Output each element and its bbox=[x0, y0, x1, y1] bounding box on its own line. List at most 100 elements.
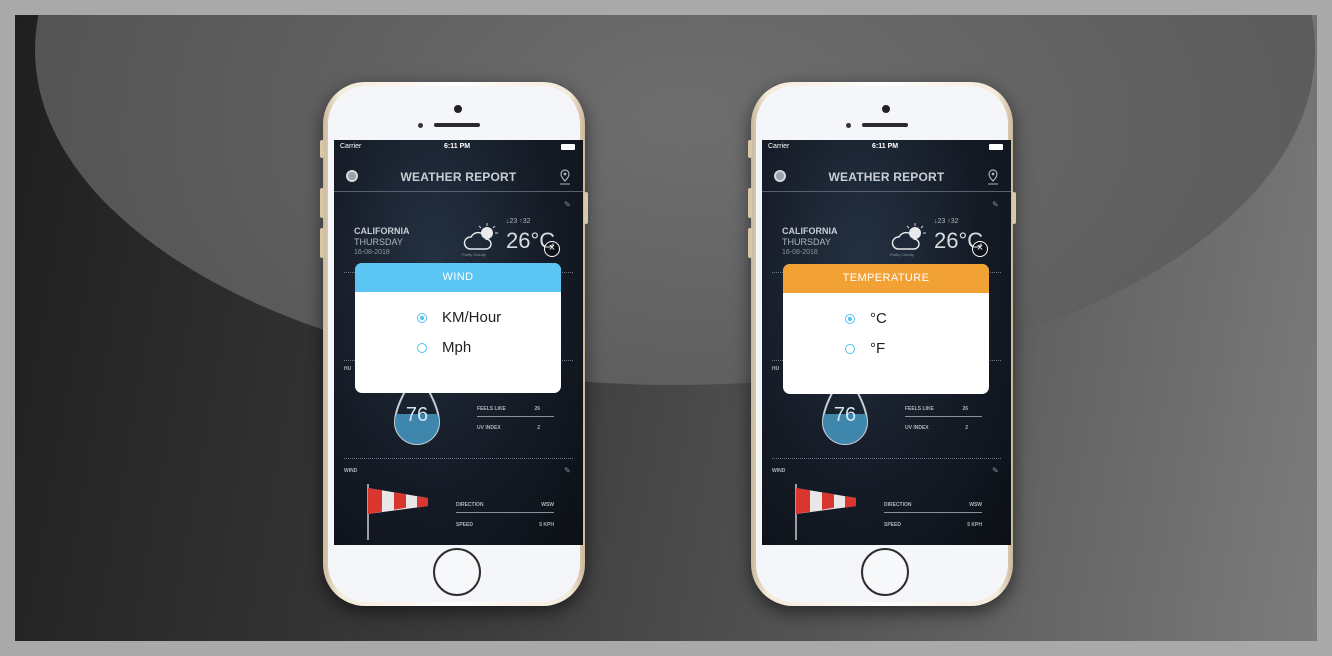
mute-switch bbox=[748, 140, 752, 158]
uv-index-label: UV INDEX bbox=[905, 425, 929, 431]
location-pin-icon[interactable] bbox=[987, 169, 999, 185]
wind-direction-row: DIRECTION WSW bbox=[456, 502, 554, 508]
volume-up-button bbox=[320, 188, 324, 218]
temperature-unit-dialog: TEMPERATURE °C °F bbox=[783, 264, 989, 394]
uv-index-value: 2 bbox=[965, 425, 968, 431]
radio-unselected-icon[interactable] bbox=[845, 343, 855, 354]
wind-speed-row: SPEED 5 KPH bbox=[456, 522, 554, 528]
sensor-icon bbox=[418, 123, 423, 128]
volume-down-button bbox=[748, 228, 752, 258]
partly-cloudy-icon bbox=[891, 223, 926, 250]
app-header: WEATHER REPORT bbox=[762, 158, 1011, 192]
speaker-grille bbox=[434, 123, 480, 127]
windsock-icon bbox=[367, 484, 428, 540]
radio-selected-icon[interactable] bbox=[845, 313, 855, 324]
high-low-temp: ↓23 ↑32 bbox=[506, 218, 531, 225]
city-name: CALIFORNIA bbox=[354, 226, 410, 236]
wind-speed-label: SPEED bbox=[456, 522, 473, 528]
app-screen: Carrier 6:11 PM WEATHER REPORT ✎ CALIFOR… bbox=[334, 140, 583, 545]
radio-unselected-icon[interactable] bbox=[417, 342, 427, 353]
feels-like-value: 26 bbox=[962, 406, 968, 412]
status-time: 6:11 PM bbox=[872, 143, 899, 150]
edit-pencil-icon[interactable]: ✎ bbox=[564, 466, 571, 475]
option-km-hour[interactable]: KM/Hour bbox=[417, 309, 501, 326]
divider bbox=[456, 512, 554, 513]
dialog-title: TEMPERATURE bbox=[783, 264, 989, 293]
battery-icon bbox=[561, 144, 575, 150]
edit-pencil-icon[interactable]: ✎ bbox=[992, 200, 999, 209]
condition-label: Partly Cloudy bbox=[890, 252, 914, 257]
edit-pencil-icon[interactable]: ✎ bbox=[992, 466, 999, 475]
wind-speed-value: 5 KPH bbox=[967, 522, 982, 528]
divider bbox=[905, 416, 982, 417]
option-label: KM/Hour bbox=[442, 309, 502, 326]
volume-up-button bbox=[748, 188, 752, 218]
app-title: WEATHER REPORT bbox=[400, 170, 517, 184]
uv-index-row: UV INDEX 2 bbox=[477, 425, 554, 431]
option-label: Mph bbox=[442, 339, 472, 356]
uv-index-label: UV INDEX bbox=[477, 425, 501, 431]
wind-direction-label: DIRECTION bbox=[884, 502, 912, 508]
divider bbox=[344, 458, 573, 459]
wind-direction-label: DIRECTION bbox=[456, 502, 484, 508]
wind-section-label: WIND bbox=[344, 468, 358, 474]
carrier-label: Carrier bbox=[768, 143, 790, 150]
status-time: 6:11 PM bbox=[444, 143, 471, 150]
status-bar: Carrier 6:11 PM bbox=[334, 140, 583, 154]
mute-switch bbox=[320, 140, 324, 158]
wind-speed-label: SPEED bbox=[884, 522, 901, 528]
app-screen: Carrier 6:11 PM WEATHER REPORT ✎ CALIFOR… bbox=[762, 140, 1011, 545]
humidity-value: 76 bbox=[833, 404, 857, 426]
edit-pencil-icon[interactable]: ✎ bbox=[564, 200, 571, 209]
feels-like-row: FEELS LIKE 26 bbox=[905, 406, 982, 412]
uv-index-value: 2 bbox=[537, 425, 540, 431]
app-title: WEATHER REPORT bbox=[828, 170, 945, 184]
wind-section-label: WIND bbox=[772, 468, 786, 474]
phone-mockup-temperature: Carrier 6:11 PM WEATHER REPORT ✎ CALIFOR… bbox=[748, 82, 1016, 606]
radio-selected-icon[interactable] bbox=[417, 312, 427, 323]
feels-like-row: FEELS LIKE 26 bbox=[477, 406, 554, 412]
wind-unit-dialog: WIND KM/Hour Mph bbox=[355, 263, 561, 393]
feels-like-label: FEELS LIKE bbox=[477, 406, 506, 412]
feels-like-label: FEELS LIKE bbox=[905, 406, 934, 412]
windsock-icon bbox=[795, 484, 856, 540]
camera-icon bbox=[882, 105, 890, 113]
volume-down-button bbox=[320, 228, 324, 258]
partly-cloudy-icon bbox=[463, 223, 498, 250]
close-dialog-icon[interactable]: × bbox=[972, 241, 988, 257]
battery-icon bbox=[989, 144, 1003, 150]
wind-direction-value: WSW bbox=[969, 502, 982, 508]
divider bbox=[477, 416, 554, 417]
carrier-label: Carrier bbox=[340, 143, 362, 150]
showcase-background: Carrier 6:11 PM WEATHER REPORT ✎ CALIFOR… bbox=[15, 15, 1317, 641]
close-dialog-icon[interactable]: × bbox=[544, 241, 560, 257]
location-pin-icon[interactable] bbox=[559, 169, 571, 185]
sensor-icon bbox=[846, 123, 851, 128]
humidity-label: HU bbox=[344, 366, 352, 372]
divider bbox=[884, 512, 982, 513]
option-mph[interactable]: Mph bbox=[417, 339, 471, 356]
power-button bbox=[584, 192, 588, 224]
wind-direction-row: DIRECTION WSW bbox=[884, 502, 982, 508]
day-name: THURSDAY bbox=[782, 237, 831, 247]
wind-speed-value: 5 KPH bbox=[539, 522, 554, 528]
wind-direction-value: WSW bbox=[541, 502, 554, 508]
home-button[interactable] bbox=[861, 548, 909, 596]
option-celsius[interactable]: °C bbox=[845, 310, 887, 327]
option-label: °C bbox=[870, 310, 887, 327]
high-low-temp: ↓23 ↑32 bbox=[934, 218, 959, 225]
city-name: CALIFORNIA bbox=[782, 226, 838, 236]
divider bbox=[772, 458, 1001, 459]
date-label: 16-08-2018 bbox=[782, 249, 818, 256]
humidity-label: HU bbox=[772, 366, 780, 372]
power-button bbox=[1012, 192, 1016, 224]
condition-label: Partly Cloudy bbox=[462, 252, 486, 257]
camera-icon bbox=[454, 105, 462, 113]
app-header: WEATHER REPORT bbox=[334, 158, 583, 192]
uv-index-row: UV INDEX 2 bbox=[905, 425, 982, 431]
option-fahrenheit[interactable]: °F bbox=[845, 340, 885, 357]
phone-mockup-wind: Carrier 6:11 PM WEATHER REPORT ✎ CALIFOR… bbox=[320, 82, 588, 606]
home-button[interactable] bbox=[433, 548, 481, 596]
phone-face: Carrier 6:11 PM WEATHER REPORT ✎ CALIFOR… bbox=[756, 86, 1011, 602]
phone-face: Carrier 6:11 PM WEATHER REPORT ✎ CALIFOR… bbox=[328, 86, 583, 602]
